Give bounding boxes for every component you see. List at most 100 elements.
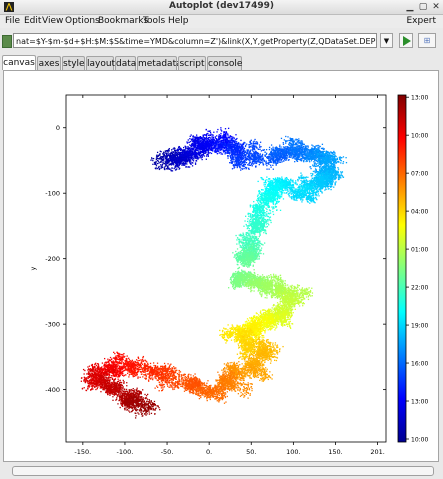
data-point [197, 141, 199, 143]
data-point [239, 158, 241, 160]
data-point [209, 152, 211, 154]
data-point [159, 153, 161, 155]
data-point [268, 148, 271, 151]
data-point [155, 160, 157, 163]
close-icon[interactable]: ✕ [431, 2, 441, 12]
data-point [160, 167, 163, 169]
data-point [195, 153, 197, 155]
data-point [345, 161, 348, 164]
data-point [342, 161, 345, 163]
tab-data[interactable]: data [115, 56, 136, 70]
tab-style[interactable]: style [62, 56, 85, 70]
data-point [317, 162, 319, 164]
data-point [202, 134, 205, 136]
data-point [230, 139, 233, 141]
data-point [190, 156, 192, 159]
data-point [324, 163, 327, 165]
data-point [342, 176, 345, 178]
data-point [331, 180, 334, 182]
data-point [335, 158, 337, 160]
data-point [228, 140, 231, 143]
data-point [209, 130, 211, 132]
data-point [342, 156, 345, 158]
data-point [195, 136, 198, 138]
data-point [339, 158, 341, 160]
scatter-plot[interactable]: -150. -100. -50. 0. 50. 100. 150. 201.0-100-200… [4, 71, 438, 467]
data-point [300, 158, 302, 160]
data-point [296, 138, 298, 141]
data-point [198, 137, 200, 139]
data-point [217, 145, 219, 147]
data-point [260, 150, 263, 152]
data-point [301, 155, 303, 157]
data-point [302, 157, 304, 159]
data-point [293, 148, 295, 150]
data-point [187, 139, 189, 141]
data-point [337, 178, 340, 181]
menu-options[interactable]: Options [65, 15, 100, 28]
bookmark-pin-button[interactable]: ⊞ [418, 33, 436, 48]
data-point [306, 149, 308, 152]
data-point [197, 152, 200, 154]
data-point [279, 148, 281, 150]
data-point [225, 145, 227, 147]
data-point [322, 159, 324, 161]
expert-mode-label[interactable]: Expert [407, 15, 437, 28]
data-point [221, 142, 223, 145]
tab-script[interactable]: script [178, 56, 206, 70]
data-point [199, 145, 202, 148]
data-point [238, 155, 241, 158]
canvas-panel[interactable]: -150. -100. -50. 0. 50. 100. 150. 201. 0 -100 -200… [3, 70, 439, 467]
data-point [287, 147, 290, 149]
data-point [333, 163, 336, 165]
tab-console[interactable]: console [207, 56, 242, 70]
data-point [246, 152, 248, 154]
data-point [214, 136, 216, 138]
data-point [203, 138, 205, 140]
data-point [159, 167, 161, 170]
menu-help[interactable]: Help [168, 15, 189, 28]
data-point [182, 155, 184, 157]
tab-axes[interactable]: axes [37, 56, 61, 70]
menu-tools[interactable]: Tools [143, 15, 165, 28]
data-point [202, 141, 204, 143]
data-point [247, 149, 250, 151]
data-point [168, 147, 170, 150]
chevron-down-icon[interactable]: ▼ [380, 33, 393, 48]
data-point [235, 157, 237, 159]
data-point [314, 172, 316, 174]
tab-canvas[interactable]: canvas [2, 55, 36, 70]
tab-metadata[interactable]: metadata [137, 56, 182, 70]
data-point [283, 146, 286, 148]
data-point [282, 160, 285, 162]
data-point [167, 158, 170, 160]
data-point [196, 143, 198, 145]
menu-edit[interactable]: Edit [24, 15, 41, 28]
data-point [338, 176, 340, 179]
minimize-icon[interactable]: ▁ [405, 2, 415, 12]
data-point [220, 127, 222, 129]
data-point [307, 148, 309, 151]
data-point [338, 173, 340, 176]
data-point [302, 143, 304, 146]
data-point [280, 146, 282, 148]
data-point [174, 165, 176, 168]
data-point [195, 159, 197, 162]
data-point [166, 162, 168, 164]
data-point [225, 149, 227, 151]
tab-layout[interactable]: layout [86, 56, 115, 70]
data-point [288, 159, 290, 161]
menu-file[interactable]: File [5, 15, 20, 28]
maximize-icon[interactable]: ▢ [418, 2, 428, 12]
data-point [163, 155, 165, 157]
data-point [246, 150, 248, 152]
data-point [272, 151, 274, 153]
uri-input[interactable]: nat=$Y-$m-$d+$H:$M:$S&time=YMD&column=Z'… [13, 33, 377, 48]
data-point [233, 161, 235, 163]
data-point [243, 167, 245, 170]
data-point [291, 143, 293, 145]
data-point [164, 150, 166, 152]
go-button[interactable] [399, 33, 413, 48]
menu-bookmarks[interactable]: Bookmarks [98, 15, 148, 28]
menu-view[interactable]: View [42, 15, 63, 28]
